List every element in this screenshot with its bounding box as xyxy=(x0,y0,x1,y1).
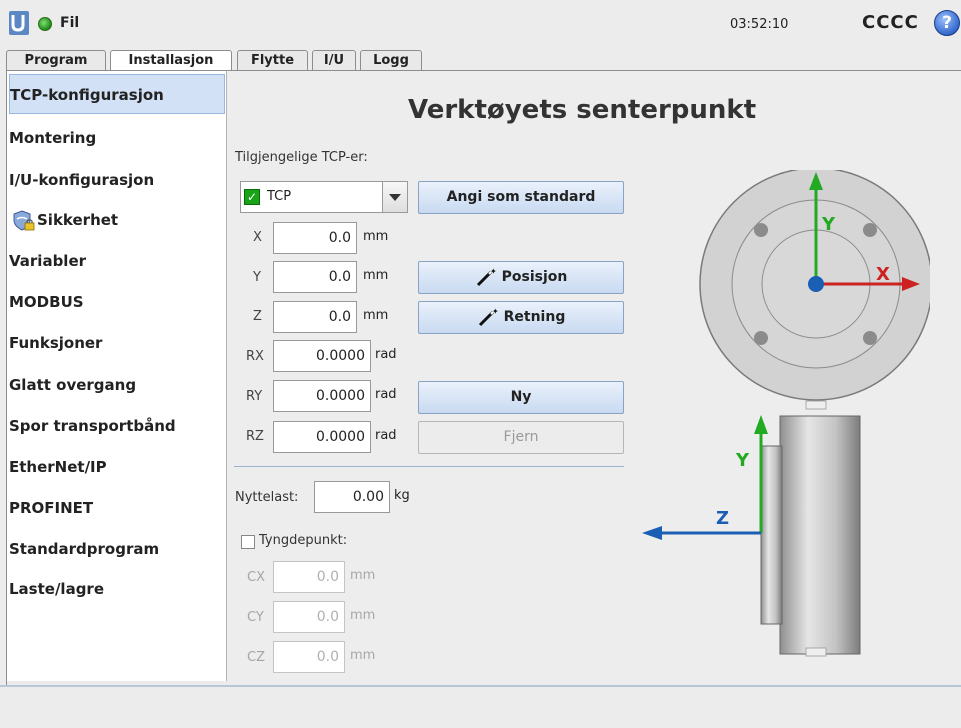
magic-wand-icon: ✦ xyxy=(478,307,499,327)
bottom-bar xyxy=(0,685,961,728)
sidebar-item-profinet[interactable]: PROFINET xyxy=(9,488,225,528)
payload-field[interactable]: 0.00 xyxy=(314,481,390,513)
magic-wand-icon: ✦ xyxy=(476,267,497,287)
sidebar-item-label: Glatt overgang xyxy=(9,376,137,394)
cx-field[interactable]: 0.0 xyxy=(273,561,345,593)
sidebar-item-label: Montering xyxy=(9,129,97,147)
cx-label: CX xyxy=(247,570,265,585)
rx-field[interactable]: 0.0000 xyxy=(273,340,371,372)
sidebar-item-label: I/U-konfigurasjon xyxy=(9,171,155,189)
orientation-button-label: Retning xyxy=(503,309,566,325)
sidebar-item-mounting[interactable]: Montering xyxy=(9,118,225,158)
sidebar-item-label: TCP-konfigurasjon xyxy=(10,86,164,104)
sidebar-item-safety[interactable]: Sikkerhet xyxy=(9,200,225,240)
ry-field[interactable]: 0.0000 xyxy=(273,380,371,412)
cy-unit: mm xyxy=(350,608,376,623)
z-unit: mm xyxy=(363,308,389,323)
cy-label: CY xyxy=(247,610,264,625)
sidebar-item-label: MODBUS xyxy=(9,293,84,311)
sidebar-item-label: Spor transportbånd xyxy=(9,417,176,435)
side-z-axis-label: Z xyxy=(716,508,729,529)
position-wizard-button[interactable]: ✦ Posisjon xyxy=(418,261,624,294)
new-tcp-button[interactable]: Ny xyxy=(418,381,624,414)
tab-io[interactable]: I/U xyxy=(312,50,356,71)
sidebar-item-label: PROFINET xyxy=(9,499,94,517)
remove-tcp-button[interactable]: Fjern xyxy=(418,421,624,454)
sidebar-item-label: EtherNet/IP xyxy=(9,458,107,476)
available-tcps-label: Tilgjengelige TCP-er: xyxy=(235,150,368,165)
x-label: X xyxy=(253,230,262,245)
z-field[interactable]: 0.0 xyxy=(273,301,357,333)
tcp-selected-value: TCP xyxy=(267,189,292,204)
tab-program[interactable]: Program xyxy=(6,50,106,71)
checkmark-icon: ✓ xyxy=(244,189,260,205)
robot-name: CCCC xyxy=(862,12,919,33)
cx-unit: mm xyxy=(350,568,376,583)
rz-field[interactable]: 0.0000 xyxy=(273,421,371,453)
clock: 03:52:10 xyxy=(730,17,789,32)
payload-label: Nyttelast: xyxy=(235,490,299,505)
y-label: Y xyxy=(253,270,261,285)
top-y-axis-label: Y xyxy=(821,214,836,235)
sidebar-item-modbus[interactable]: MODBUS xyxy=(9,282,225,322)
sidebar-item-load-save[interactable]: Laste/lagre xyxy=(9,569,225,609)
sidebar-item-label: Variabler xyxy=(9,252,87,270)
y-field[interactable]: 0.0 xyxy=(273,261,357,293)
sidebar-item-label: Standardprogram xyxy=(9,540,160,558)
cz-unit: mm xyxy=(350,648,376,663)
chevron-down-icon[interactable] xyxy=(382,182,407,212)
tab-log[interactable]: Logg xyxy=(360,50,422,71)
top-bar: Fil 03:52:10 CCCC ? xyxy=(0,0,961,48)
x-field[interactable]: 0.0 xyxy=(273,222,357,254)
svg-text:✦: ✦ xyxy=(490,267,497,276)
sidebar-item-io-configuration[interactable]: I/U-konfigurasjon xyxy=(9,160,225,200)
file-menu[interactable]: Fil xyxy=(60,15,79,31)
rx-label: RX xyxy=(246,349,264,364)
set-default-button[interactable]: Angi som standard xyxy=(418,181,624,214)
z-label: Z xyxy=(253,309,262,324)
sidebar-item-label: Laste/lagre xyxy=(9,580,105,598)
page-title: Verktøyets senterpunkt xyxy=(408,95,757,125)
shield-lock-icon xyxy=(13,209,35,231)
sidebar-item-label: Funksjoner xyxy=(9,334,103,352)
sidebar-item-label: Sikkerhet xyxy=(37,211,119,229)
sidebar-item-default-program[interactable]: Standardprogram xyxy=(9,529,225,569)
ry-unit: rad xyxy=(375,387,397,402)
tab-move[interactable]: Flytte xyxy=(237,50,308,71)
sidebar-item-features[interactable]: Funksjoner xyxy=(9,323,225,363)
divider xyxy=(234,466,624,467)
tool-flange-diagram: Y X Y Z xyxy=(642,170,930,657)
cz-field[interactable]: 0.0 xyxy=(273,641,345,673)
robot-status-icon[interactable] xyxy=(38,17,52,31)
cy-field[interactable]: 0.0 xyxy=(273,601,345,633)
tcp-dropdown[interactable]: ✓ TCP xyxy=(240,181,408,213)
sidebar: TCP-konfigurasjon Montering I/U-konfigur… xyxy=(7,71,227,681)
sidebar-item-conveyor-tracking[interactable]: Spor transportbånd xyxy=(9,406,225,446)
sidebar-item-smooth-transition[interactable]: Glatt overgang xyxy=(9,365,225,405)
ry-label: RY xyxy=(246,389,263,404)
x-unit: mm xyxy=(363,229,389,244)
side-axes: Y Z xyxy=(642,415,768,540)
cz-label: CZ xyxy=(247,650,265,665)
ur-logo-icon xyxy=(9,11,29,35)
top-x-axis-label: X xyxy=(876,264,890,285)
flange-side-view xyxy=(760,415,861,657)
position-button-label: Posisjon xyxy=(501,269,568,285)
cog-label: Tyngdepunkt: xyxy=(259,533,348,548)
y-unit: mm xyxy=(363,268,389,283)
svg-text:✦: ✦ xyxy=(492,307,499,316)
sidebar-item-tcp-configuration[interactable]: TCP-konfigurasjon xyxy=(9,74,225,114)
orientation-wizard-button[interactable]: ✦ Retning xyxy=(418,301,624,334)
cog-checkbox[interactable] xyxy=(241,535,255,549)
payload-unit: kg xyxy=(394,488,410,503)
sidebar-item-ethernet-ip[interactable]: EtherNet/IP xyxy=(9,447,225,487)
rx-unit: rad xyxy=(375,347,397,362)
rz-label: RZ xyxy=(246,429,264,444)
tab-installation[interactable]: Installasjon xyxy=(110,50,232,72)
help-icon[interactable]: ? xyxy=(934,10,960,36)
side-y-axis-label: Y xyxy=(735,450,750,471)
rz-unit: rad xyxy=(375,428,397,443)
sidebar-item-variables[interactable]: Variabler xyxy=(9,241,225,281)
